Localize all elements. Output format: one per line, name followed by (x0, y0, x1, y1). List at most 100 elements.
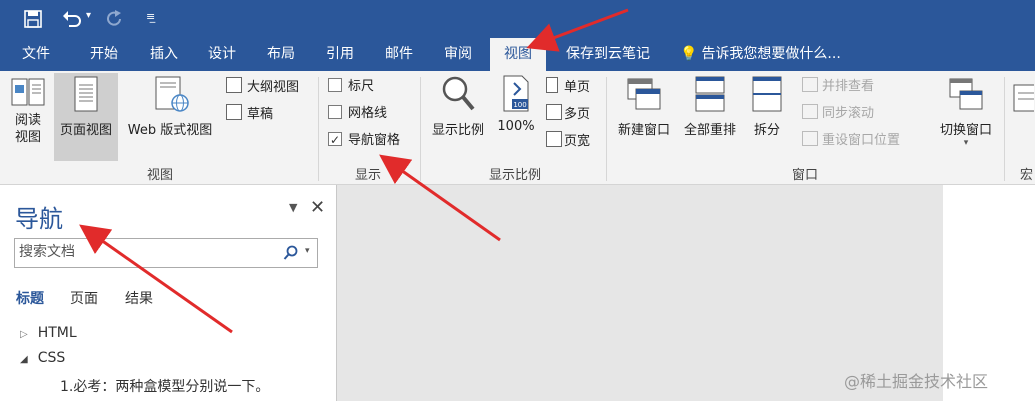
macros-icon[interactable] (1012, 81, 1034, 117)
tab-file[interactable]: 文件 (10, 38, 62, 71)
page-width-icon (546, 131, 562, 147)
search-box: ▾ (14, 238, 318, 268)
tab-layout[interactable]: 布局 (257, 38, 305, 71)
split-label: 拆分 (753, 123, 780, 138)
side-by-side-icon (802, 77, 818, 92)
gridlines-check-icon[interactable] (328, 105, 342, 119)
zoom-100-label: 100% (497, 119, 535, 134)
switch-windows-icon (949, 78, 983, 110)
view-side-by-side-button[interactable]: 并排查看 (802, 77, 874, 97)
navigation-pane: 导航 ▼ ✕ ▾ 标题 页面 结果 ▷ HTML ◢ CSS 1.必考：两种盒模型分… (0, 185, 337, 401)
tab-headings[interactable]: 标题 (16, 288, 44, 308)
undo-icon[interactable] (62, 10, 82, 28)
gridlines-label: 网格线 (348, 106, 388, 121)
gridlines-checkbox[interactable]: 网格线 (328, 104, 387, 124)
draft-icon (226, 104, 242, 120)
tell-me-text: 告诉我您想要做什么... (701, 46, 841, 62)
customize-qat-icon[interactable]: ≡̲ (146, 10, 155, 23)
zoom-label: 显示比例 (431, 123, 484, 138)
ribbon-tabs: 文件 开始 插入 设计 布局 引用 邮件 审阅 视图 保存到云笔记 💡 告诉我您想… (0, 38, 1035, 71)
read-mode-icon (11, 78, 45, 106)
tab-results[interactable]: 结果 (125, 288, 153, 308)
zoom-100-button[interactable]: 100 100% (494, 73, 538, 134)
tree-item-label: 1.必考：两种盒模型分别说一下。 (60, 379, 270, 395)
sync-scroll-button[interactable]: 同步滚动 (802, 104, 874, 124)
navpane-label: 导航窗格 (348, 133, 401, 148)
divider (420, 77, 421, 181)
tree-item-css[interactable]: ◢ CSS (20, 350, 65, 366)
tab-insert[interactable]: 插入 (140, 38, 188, 71)
tab-save-cloud-notes[interactable]: 保存到云笔记 (556, 38, 660, 71)
ruler-checkbox[interactable]: 标尺 (328, 77, 374, 97)
tab-design[interactable]: 设计 (198, 38, 246, 71)
close-icon[interactable]: ✕ (310, 197, 325, 218)
sync-scroll-icon (802, 104, 818, 119)
views-group-label: 视图 (146, 168, 173, 183)
search-input[interactable] (15, 239, 273, 265)
show-group-label: 显示 (354, 168, 381, 183)
tab-home[interactable]: 开始 (80, 38, 128, 71)
zoom-group-label: 显示比例 (488, 168, 541, 183)
new-window-icon (627, 78, 661, 110)
tree-item-html[interactable]: ▷ HTML (20, 325, 77, 341)
multiple-pages-button[interactable]: 多页 (546, 104, 590, 124)
nav-pane-title: 导航 (15, 205, 63, 233)
tab-view[interactable]: 视图 (490, 38, 546, 71)
web-layout-button[interactable]: Web 版式视图 (120, 73, 220, 138)
zoom-button[interactable]: 显示比例 (426, 73, 490, 138)
tab-review[interactable]: 审阅 (434, 38, 482, 71)
tree-item-box-model[interactable]: 1.必考：两种盒模型分别说一下。 (60, 376, 269, 396)
divider (606, 77, 607, 181)
one-page-icon (546, 77, 558, 93)
expand-icon[interactable]: ▷ (20, 329, 28, 340)
tab-references[interactable]: 引用 (316, 38, 364, 71)
ruler-check-icon[interactable] (328, 78, 342, 92)
redo-icon[interactable] (106, 10, 124, 28)
arrange-all-label: 全部重排 (683, 123, 736, 138)
arrange-all-button[interactable]: 全部重排 (678, 73, 742, 138)
outline-label: 大纲视图 (247, 80, 300, 95)
save-icon[interactable] (24, 10, 42, 28)
navpane-check-icon[interactable] (328, 130, 342, 150)
read-mode-label: 阅读 视图 (14, 113, 41, 145)
multiple-pages-icon (546, 104, 562, 120)
search-dropdown-icon[interactable]: ▾ (305, 246, 310, 256)
page-width-button[interactable]: 页宽 (546, 131, 590, 151)
new-window-button[interactable]: 新建窗口 (612, 73, 676, 138)
search-icon[interactable] (283, 245, 299, 261)
macros-group-label: 宏 (1020, 168, 1034, 183)
outline-icon (226, 77, 242, 93)
reset-position-icon (802, 131, 818, 146)
nav-options-icon[interactable]: ▼ (289, 201, 297, 214)
page-width-label: 页宽 (564, 134, 591, 149)
tab-pages[interactable]: 页面 (70, 288, 98, 308)
tell-me-box[interactable]: 💡 告诉我您想要做什么... (680, 38, 841, 71)
sync-scroll-label: 同步滚动 (822, 106, 875, 121)
tree-item-label: CSS (37, 350, 66, 366)
print-layout-button[interactable]: 页面视图 (54, 73, 118, 161)
svg-text:100: 100 (513, 101, 526, 109)
multiple-pages-label: 多页 (564, 107, 591, 122)
read-mode-button[interactable]: 阅读 视图 (6, 73, 50, 146)
outline-button[interactable]: 大纲视图 (226, 77, 299, 97)
navpane-checkbox[interactable]: 导航窗格 (328, 130, 401, 151)
draft-button[interactable]: 草稿 (226, 104, 273, 124)
reset-window-position-button[interactable]: 重设窗口位置 (802, 131, 900, 151)
title-bar: ▾ ≡̲ (0, 0, 1035, 38)
lightbulb-icon: 💡 (680, 46, 698, 62)
zoom-100-icon: 100 (503, 75, 529, 112)
divider (1004, 77, 1005, 181)
switch-windows-button[interactable]: 切换窗口 ▾ (930, 73, 1002, 148)
one-page-button[interactable]: 单页 (546, 77, 590, 97)
collapse-icon[interactable]: ◢ (20, 354, 28, 365)
print-layout-icon (74, 76, 98, 112)
undo-dropdown-icon[interactable]: ▾ (86, 10, 91, 21)
magnifier-icon (442, 76, 475, 111)
split-button[interactable]: 拆分 (746, 73, 788, 138)
web-layout-label: Web 版式视图 (127, 123, 213, 138)
draft-label: 草稿 (247, 107, 274, 122)
switch-windows-label: 切换窗口 (939, 123, 992, 138)
new-window-label: 新建窗口 (617, 123, 670, 138)
tab-mailings[interactable]: 邮件 (375, 38, 423, 71)
arrange-all-icon (695, 76, 725, 112)
